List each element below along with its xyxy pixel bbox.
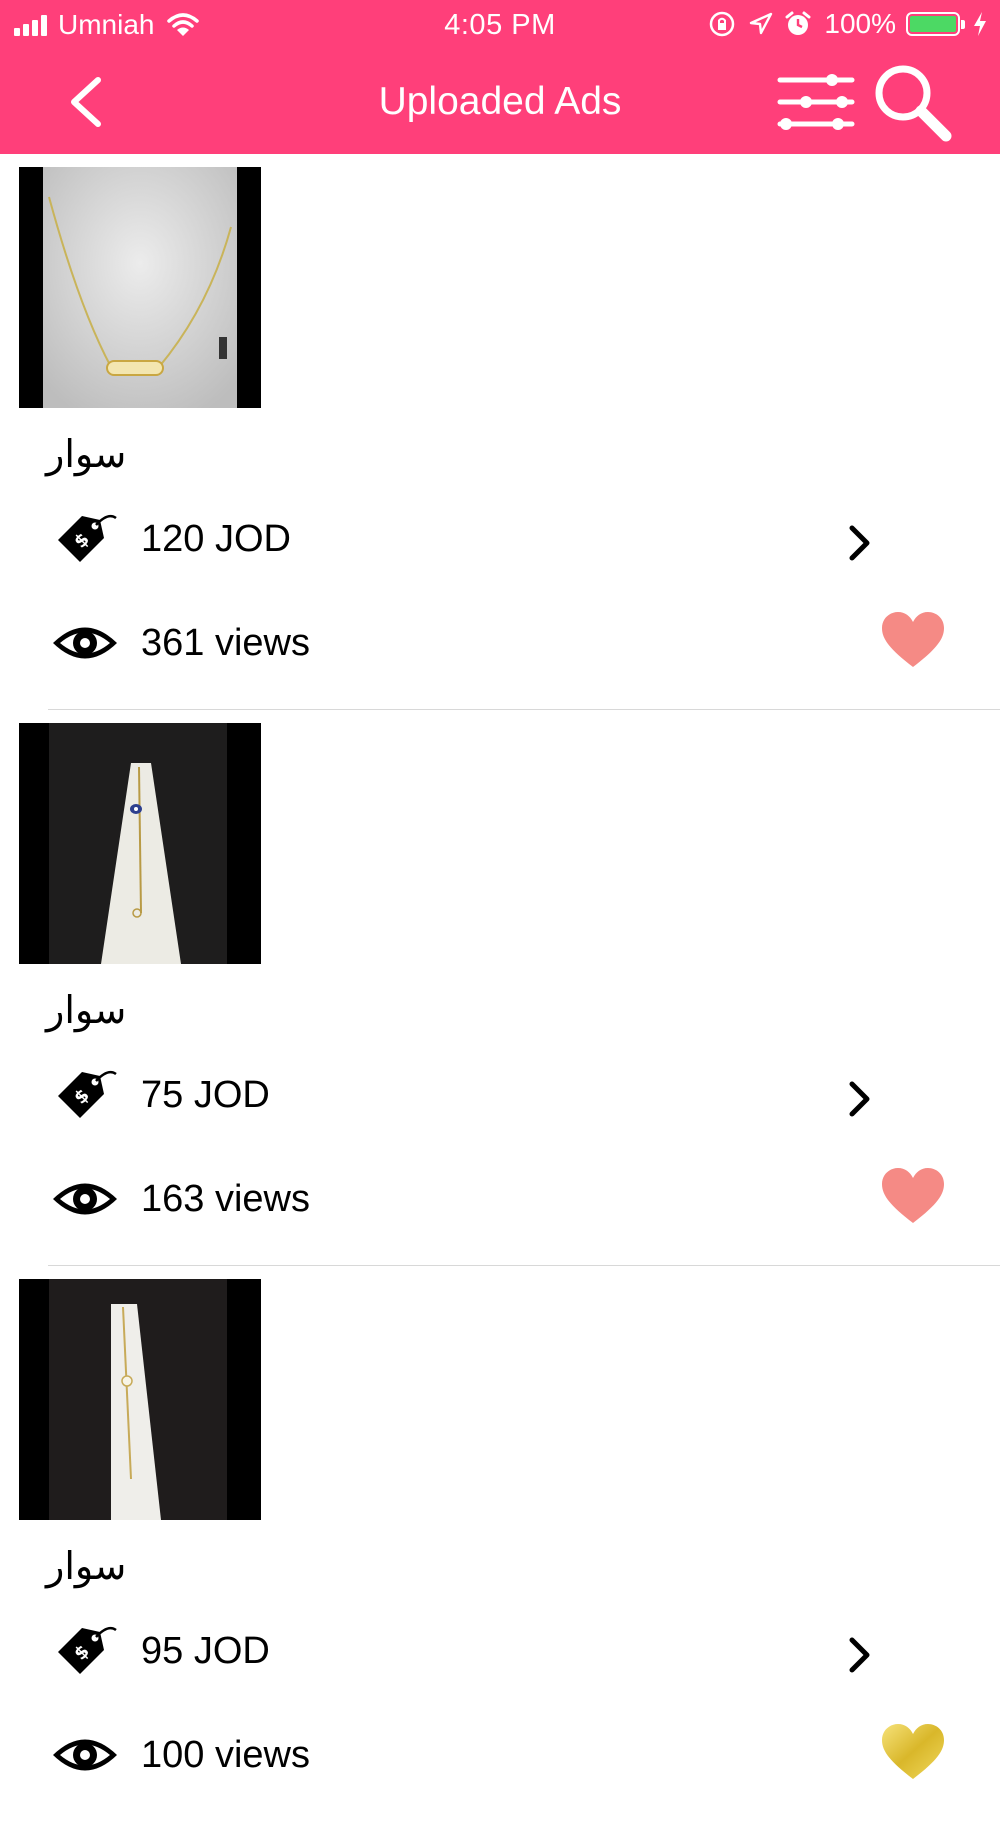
app-header: Umniah 4:05 PM 100% Uploaded Ads — [0, 0, 1000, 154]
status-bar: Umniah 4:05 PM 100% — [0, 0, 1000, 50]
ad-title: سوار — [46, 432, 127, 476]
eye-icon — [53, 1183, 117, 1215]
chevron-right-icon[interactable] — [845, 522, 875, 564]
alarm-icon — [785, 11, 811, 35]
price-row[interactable]: $ 75 JOD — [0, 1060, 1000, 1130]
chevron-right-icon[interactable] — [845, 1634, 875, 1676]
eye-icon — [53, 627, 117, 659]
ad-price: 75 JOD — [141, 1074, 270, 1116]
ad-item[interactable]: سوار $ 75 JOD 163 views — [0, 710, 1000, 1266]
status-right-group: 100% — [708, 8, 988, 40]
ad-views: 100 views — [141, 1734, 310, 1776]
battery-percent: 100% — [824, 8, 896, 39]
price-row[interactable]: $ 120 JOD — [0, 504, 1000, 574]
ad-item[interactable]: سوار $ 95 JOD 100 views — [0, 1266, 1000, 1822]
ad-title: سوار — [46, 1544, 127, 1588]
price-tag-icon: $ — [58, 1626, 117, 1674]
ad-photo-bracelet[interactable] — [19, 1279, 261, 1520]
heart-favorite-icon[interactable] — [882, 1168, 944, 1226]
price-row[interactable]: $ 95 JOD — [0, 1616, 1000, 1686]
views-row: 163 views — [0, 1160, 1000, 1240]
heart-favorite-icon[interactable] — [882, 612, 944, 670]
chevron-right-icon[interactable] — [845, 1078, 875, 1120]
ads-list: سوار $ 120 JOD 361 views سوار $ 75 JOD 1… — [0, 154, 1000, 1822]
ad-title: سوار — [46, 988, 127, 1032]
rotation-lock-icon — [710, 11, 735, 37]
heart-favorite-icon[interactable] — [882, 1724, 944, 1782]
ad-photo-bracelet[interactable] — [19, 723, 261, 964]
ad-item[interactable]: سوار $ 120 JOD 361 views — [0, 154, 1000, 710]
charging-icon — [974, 12, 986, 36]
views-row: 100 views — [0, 1716, 1000, 1796]
nav-bar: Uploaded Ads — [0, 50, 1000, 154]
eye-icon — [53, 1739, 117, 1771]
price-tag-icon: $ — [58, 1070, 117, 1118]
price-tag-icon: $ — [58, 514, 117, 562]
ad-photo-necklace[interactable] — [19, 167, 261, 408]
ad-price: 120 JOD — [141, 518, 291, 560]
battery-icon — [906, 12, 965, 36]
location-icon — [750, 12, 773, 35]
views-row: 361 views — [0, 604, 1000, 684]
search-icon[interactable] — [872, 62, 954, 144]
ad-views: 163 views — [141, 1178, 310, 1220]
ad-views: 361 views — [141, 622, 310, 664]
filter-sliders-icon[interactable] — [776, 70, 856, 134]
ad-price: 95 JOD — [141, 1630, 270, 1672]
